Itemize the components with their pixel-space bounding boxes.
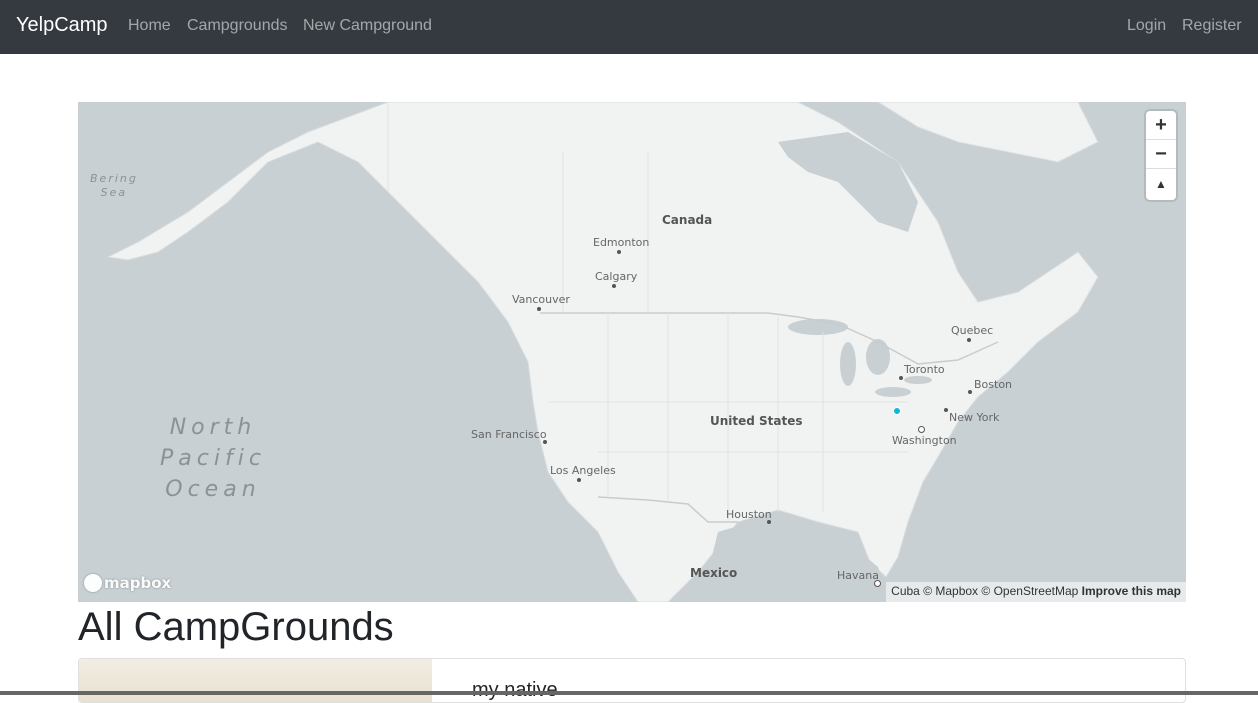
nav-register-link[interactable]: Register: [1182, 17, 1242, 35]
map-attribution: Cuba © Mapbox © OpenStreetMap Improve th…: [886, 582, 1186, 602]
label-los-angeles: Los Angeles: [550, 464, 616, 477]
label-toronto: Toronto: [904, 363, 945, 376]
water-lake-erie: [875, 387, 911, 397]
city-dot-toronto: [899, 376, 903, 380]
nav-login-link[interactable]: Login: [1127, 17, 1166, 35]
campground-image: [79, 659, 432, 702]
ocean-line-1: North: [169, 415, 257, 440]
ocean-line-3: Ocean: [165, 477, 261, 502]
page-title: All CampGrounds: [78, 605, 394, 649]
compass-button[interactable]: ▲: [1146, 169, 1176, 198]
label-edmonton: Edmonton: [593, 236, 650, 249]
campground-card: my native: [78, 658, 1186, 703]
water-lake-superior: [788, 319, 848, 335]
label-san-francisco: San Francisco: [471, 428, 547, 441]
zoom-out-button[interactable]: −: [1146, 140, 1176, 169]
bering-line-2: Sea: [100, 186, 128, 199]
pacific-ocean-label: North Pacific Ocean: [160, 412, 266, 505]
mapbox-logo[interactable]: mapbox: [84, 574, 171, 592]
city-dot-calgary: [612, 284, 616, 288]
navbar: YelpCamp Home Campgrounds New Campground…: [0, 0, 1258, 54]
mapbox-logo-icon: [84, 574, 102, 592]
osm-attribution-link[interactable]: © OpenStreetMap: [981, 584, 1078, 598]
nav-new-campground-link[interactable]: New Campground: [303, 17, 432, 35]
label-vancouver: Vancouver: [512, 293, 570, 306]
water-lake-michigan: [840, 342, 856, 386]
city-dot-edmonton: [617, 250, 621, 254]
cluster-map[interactable]: Bering Sea North Pacific Ocean Canada Un…: [78, 102, 1186, 602]
label-united-states: United States: [710, 414, 803, 428]
water-lake-huron: [866, 339, 890, 375]
ocean-line-2: Pacific: [160, 446, 266, 471]
label-boston: Boston: [974, 378, 1013, 391]
mapbox-attribution-link[interactable]: © Mapbox: [923, 584, 978, 598]
label-new-york: New York: [949, 411, 1000, 424]
label-washington: Washington: [892, 434, 957, 447]
city-dot-washington: [918, 426, 925, 433]
city-dot-los-angeles: [577, 478, 581, 482]
label-havana: Havana: [837, 569, 879, 582]
label-calgary: Calgary: [595, 270, 638, 283]
nav-campgrounds-link[interactable]: Campgrounds: [187, 17, 288, 35]
city-dot-boston: [968, 390, 972, 394]
label-canada: Canada: [662, 213, 713, 227]
water-lake-ontario: [904, 376, 932, 384]
cuba-label: Cuba: [891, 584, 920, 598]
improve-map-link[interactable]: Improve this map: [1082, 584, 1181, 598]
window-bottom-edge: [0, 691, 1258, 695]
bering-sea-label: Bering Sea: [90, 172, 138, 200]
brand-link[interactable]: YelpCamp: [16, 14, 108, 37]
bering-line-1: Bering: [90, 172, 138, 185]
label-houston: Houston: [726, 508, 772, 521]
map-navigation-control: + − ▲: [1146, 111, 1176, 200]
city-dot-new-york: [944, 408, 948, 412]
label-mexico: Mexico: [690, 566, 738, 580]
land-greenland: [877, 102, 1099, 163]
map-basemap: [106, 102, 1099, 602]
nav-home-link[interactable]: Home: [128, 17, 171, 35]
city-dot-quebec: [967, 338, 971, 342]
label-quebec: Quebec: [951, 324, 994, 337]
campground-marker[interactable]: [893, 407, 901, 415]
city-dot-vancouver: [537, 307, 541, 311]
land-north-america: [106, 102, 1099, 602]
mapbox-logo-text: mapbox: [104, 574, 172, 592]
zoom-in-button[interactable]: +: [1146, 111, 1176, 140]
